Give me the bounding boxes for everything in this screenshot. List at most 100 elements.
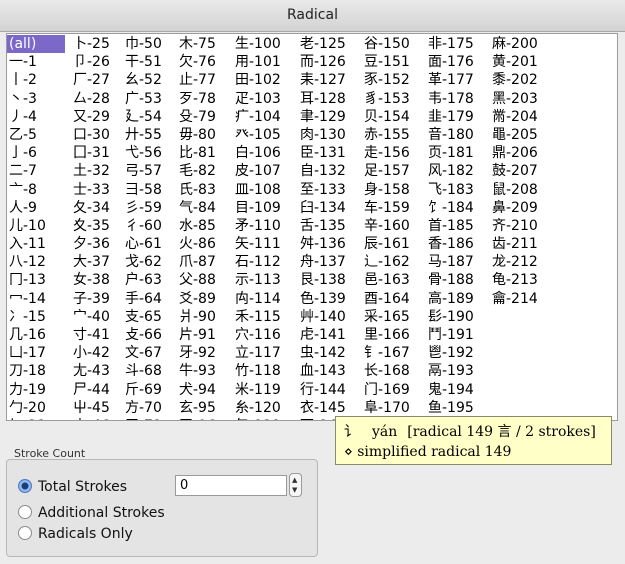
stroke-count-stepper[interactable]: ▲ ▼ <box>289 473 302 497</box>
radical-item[interactable]: 行-144 <box>298 381 362 399</box>
radical-item[interactable]: (all) <box>7 35 65 54</box>
radical-item[interactable]: 牛-93 <box>177 362 241 380</box>
radical-item[interactable]: 示-113 <box>233 271 297 289</box>
radical-item[interactable]: 色-139 <box>298 290 362 308</box>
radical-item[interactable]: 冫-15 <box>7 308 71 326</box>
radical-item[interactable]: 臣-131 <box>298 144 362 162</box>
radical-item[interactable]: 一-1 <box>7 53 71 71</box>
radical-item[interactable]: 钅-167 <box>362 344 426 362</box>
radical-item[interactable]: 白-106 <box>233 144 297 162</box>
radical-item[interactable]: 鼓-207 <box>490 162 554 180</box>
radical-item[interactable]: 黑-203 <box>490 90 554 108</box>
radical-item[interactable]: 丶-3 <box>7 90 71 108</box>
radical-item[interactable]: 匕-21 <box>7 417 71 420</box>
radical-item[interactable]: 止-77 <box>177 71 241 89</box>
radical-item[interactable]: 艮-138 <box>298 271 362 289</box>
radical-item[interactable]: 肉-130 <box>298 126 362 144</box>
radical-item[interactable]: 八-12 <box>7 253 71 271</box>
radical-item[interactable]: 刀-18 <box>7 362 71 380</box>
radical-item[interactable]: 辰-161 <box>362 235 426 253</box>
radical-item[interactable]: 殳-79 <box>177 108 241 126</box>
radical-item[interactable]: 衣-145 <box>298 399 362 417</box>
radical-item[interactable]: 禸-114 <box>233 290 297 308</box>
radical-item[interactable]: 龠-214 <box>490 290 554 308</box>
radical-item[interactable]: 革-177 <box>426 71 490 89</box>
radical-item[interactable]: 飞-183 <box>426 181 490 199</box>
radical-item[interactable]: 几-16 <box>7 326 71 344</box>
radio-additional-strokes[interactable]: Additional Strokes <box>18 504 165 522</box>
radical-item[interactable]: 亠-8 <box>7 181 71 199</box>
radical-item[interactable]: 用-101 <box>233 53 297 71</box>
stepper-down-icon[interactable]: ▼ <box>292 487 297 494</box>
radical-item[interactable]: 亅-6 <box>7 144 71 162</box>
radical-item[interactable]: 黹-204 <box>490 108 554 126</box>
radical-item[interactable]: 牙-92 <box>177 344 241 362</box>
radical-item[interactable]: 皮-107 <box>233 162 297 180</box>
radical-item[interactable]: 儿-10 <box>7 217 71 235</box>
radical-item[interactable]: 身-158 <box>362 181 426 199</box>
radical-item[interactable]: 冖-14 <box>7 290 71 308</box>
radical-item[interactable]: 鼎-206 <box>490 144 554 162</box>
radical-item[interactable]: 二-7 <box>7 162 71 180</box>
radical-item[interactable]: 癶-105 <box>233 126 297 144</box>
radical-item[interactable]: 高-189 <box>426 290 490 308</box>
radical-item[interactable]: 马-187 <box>426 253 490 271</box>
radical-item[interactable]: 黽-205 <box>490 126 554 144</box>
radical-item[interactable]: 矢-111 <box>233 235 297 253</box>
radical-item[interactable]: 页-181 <box>426 144 490 162</box>
radical-item[interactable]: 生-100 <box>233 35 297 53</box>
radical-item[interactable]: 面-176 <box>426 53 490 71</box>
radical-item[interactable]: 米-119 <box>233 381 297 399</box>
radical-item[interactable]: 鬼-194 <box>426 381 490 399</box>
radio-total-strokes[interactable]: Total Strokes <box>18 478 127 496</box>
radical-item[interactable]: 糸-120 <box>233 399 297 417</box>
radical-item[interactable]: 赤-155 <box>362 126 426 144</box>
radical-item[interactable]: 辛-160 <box>362 217 426 235</box>
radical-item[interactable]: 歹-78 <box>177 90 241 108</box>
radical-item[interactable]: 足-157 <box>362 162 426 180</box>
radical-item[interactable]: 至-133 <box>298 181 362 199</box>
radical-item[interactable]: 齿-211 <box>490 235 554 253</box>
radical-item[interactable]: 艸-140 <box>298 308 362 326</box>
radical-item[interactable]: 长-168 <box>362 362 426 380</box>
radical-item[interactable]: 采-165 <box>362 308 426 326</box>
radical-item[interactable]: 走-156 <box>362 144 426 162</box>
radical-item[interactable]: 豆-151 <box>362 53 426 71</box>
radical-item[interactable]: 竹-118 <box>233 362 297 380</box>
radical-item[interactable]: 凵-17 <box>7 344 71 362</box>
radical-item[interactable]: 木-75 <box>177 35 241 53</box>
radical-item[interactable]: 穴-116 <box>233 326 297 344</box>
radical-item[interactable]: 毋-80 <box>177 126 241 144</box>
radical-item[interactable]: 自-132 <box>298 162 362 180</box>
radical-item[interactable]: 人-9 <box>7 199 71 217</box>
radical-item[interactable]: 鬲-193 <box>426 362 490 380</box>
radical-item[interactable]: 香-186 <box>426 235 490 253</box>
radical-item[interactable]: 老-125 <box>298 35 362 53</box>
radical-item[interactable]: 入-11 <box>7 235 71 253</box>
radical-item[interactable]: 辶-162 <box>362 253 426 271</box>
radical-item[interactable]: 犬-94 <box>177 381 241 399</box>
radical-item[interactable]: 爪-87 <box>177 253 241 271</box>
radical-item[interactable]: 非-175 <box>426 35 490 53</box>
radical-item[interactable]: 韦-178 <box>426 90 490 108</box>
radical-item[interactable]: 勹-20 <box>7 399 71 417</box>
radical-item[interactable]: 冂-13 <box>7 271 71 289</box>
radical-item[interactable]: 黍-202 <box>490 71 554 89</box>
radical-item[interactable]: 麻-200 <box>490 35 554 53</box>
radical-item[interactable]: 比-81 <box>177 144 241 162</box>
radical-item[interactable]: 石-112 <box>233 253 297 271</box>
radical-item[interactable]: 邑-163 <box>362 271 426 289</box>
radical-item[interactable]: 贝-154 <box>362 108 426 126</box>
radical-item[interactable]: 虍-141 <box>298 326 362 344</box>
radical-item[interactable]: 音-180 <box>426 126 490 144</box>
radical-item[interactable]: 鬯-192 <box>426 344 490 362</box>
radical-item[interactable]: 龙-212 <box>490 253 554 271</box>
radical-item[interactable]: 酉-164 <box>362 290 426 308</box>
radio-radicals-only[interactable]: Radicals Only <box>18 525 133 543</box>
radical-item[interactable]: 舛-136 <box>298 235 362 253</box>
radical-item[interactable]: 玄-95 <box>177 399 241 417</box>
radical-item[interactable]: 乙-5 <box>7 126 71 144</box>
radical-item[interactable]: 黄-201 <box>490 53 554 71</box>
radical-item[interactable]: 鼠-208 <box>490 181 554 199</box>
radical-item[interactable]: 臼-134 <box>298 199 362 217</box>
